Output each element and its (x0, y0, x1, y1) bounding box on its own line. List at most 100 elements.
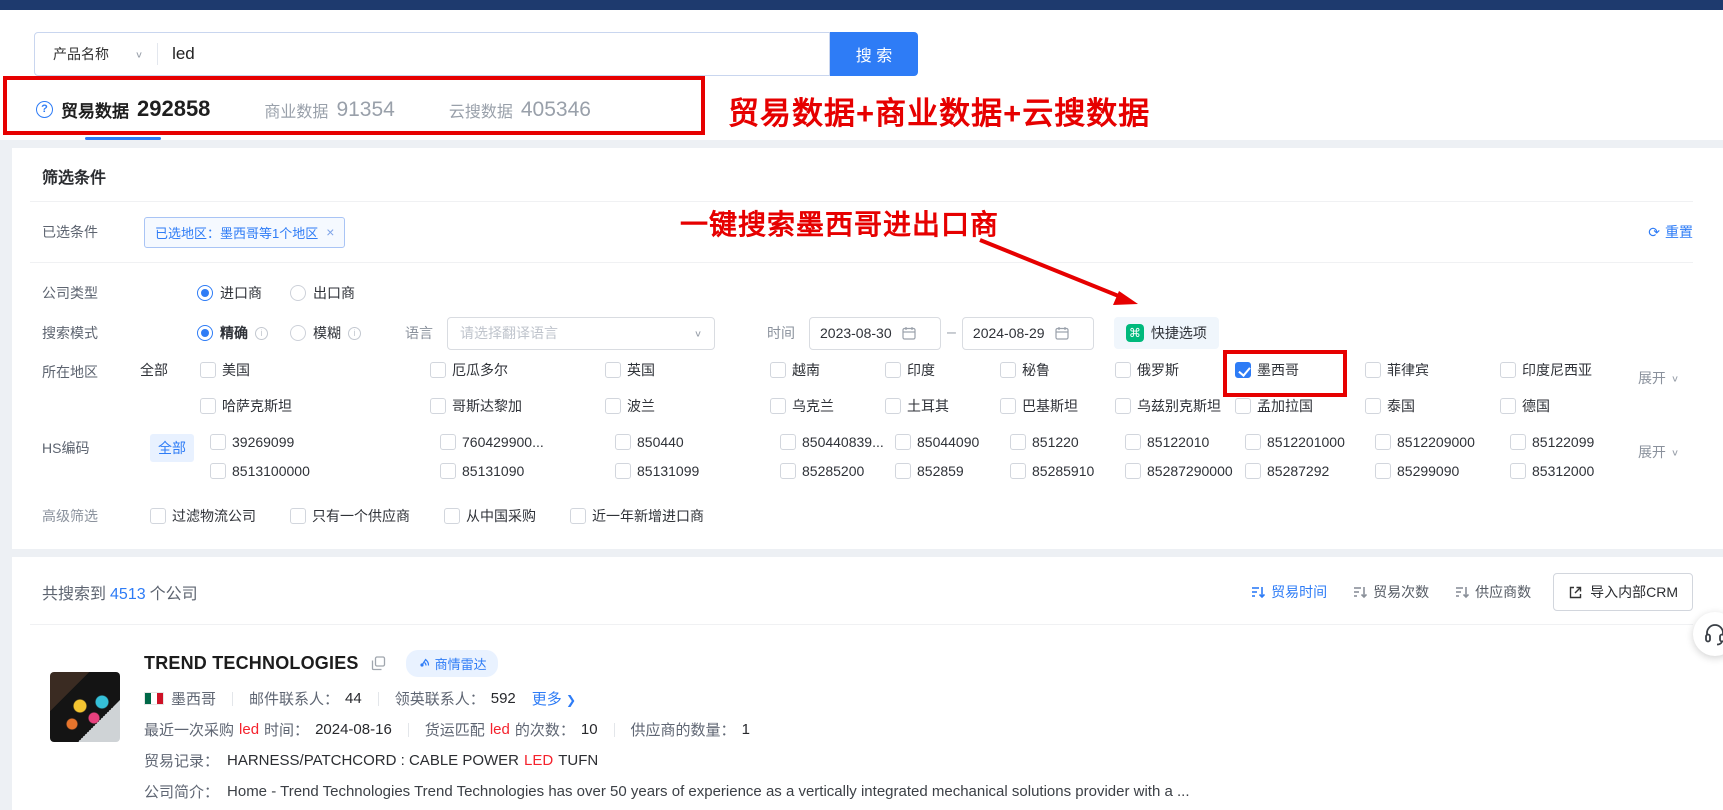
hs-code-checkbox[interactable]: 85287292 (1245, 463, 1375, 479)
hs-code-checkbox[interactable]: 8513100000 (210, 463, 440, 479)
divider (30, 262, 1693, 263)
hs-code-checkbox[interactable]: 850440 (615, 434, 780, 450)
region-checkbox-mexico[interactable]: 墨西哥 (1235, 360, 1365, 380)
hs-code-checkbox[interactable]: 85285200 (780, 463, 895, 479)
region-checkbox[interactable]: 菲律宾 (1365, 360, 1500, 380)
hs-code-checkbox[interactable]: 85299090 (1375, 463, 1510, 479)
tab-business-data[interactable]: 商业数据 91354 (264, 98, 394, 126)
region-checkbox[interactable]: 厄瓜多尔 (430, 360, 605, 380)
region-checkbox[interactable]: 哥斯达黎加 (430, 396, 605, 416)
checkbox-label: 760429900... (462, 434, 544, 450)
product-type-select[interactable]: 产品名称 ∨ (35, 44, 157, 64)
checkbox-label: 土耳其 (907, 396, 949, 416)
freight-label-2: 的次数： (515, 719, 575, 740)
region-checkbox[interactable]: 英国 (605, 360, 770, 380)
radio-exporter[interactable]: 出口商 (290, 283, 355, 303)
advanced-checkbox[interactable]: 从中国采购 (444, 506, 536, 526)
advanced-checkbox[interactable]: 只有一个供应商 (290, 506, 410, 526)
sort-trade-count[interactable]: 贸易次数 (1353, 582, 1429, 602)
search-input[interactable] (158, 34, 829, 74)
tab-trade-data[interactable]: ? 贸易数据 292858 (36, 96, 210, 126)
selected-region-tag[interactable]: 已选地区：墨西哥等1个地区 × (144, 217, 345, 248)
checkbox-label: 85312000 (1532, 463, 1594, 479)
radio-fuzzy-mode[interactable]: 模糊 i (290, 323, 361, 343)
region-checkbox[interactable]: 秘鲁 (1000, 360, 1115, 380)
hs-code-checkbox[interactable]: 851220 (1010, 434, 1125, 450)
advanced-filter-row: 高级筛选 过滤物流公司 只有一个供应商 从中国采购 近一年新增进口商 (30, 499, 1693, 533)
region-checkbox[interactable]: 乌克兰 (770, 396, 885, 416)
business-radar-badge[interactable]: 商情雷达 (406, 650, 498, 677)
hs-code-checkbox[interactable]: 850440839... (780, 434, 895, 450)
hs-all-option[interactable]: 全部 (150, 434, 194, 462)
hs-code-checkbox[interactable]: 39269099 (210, 434, 440, 450)
hs-code-checkbox[interactable]: 852859 (895, 463, 1010, 479)
date-from-input[interactable]: 2023-08-30 (809, 317, 941, 350)
quick-options-button[interactable]: ⌘ 快捷选项 (1114, 317, 1219, 349)
region-filter-row: 所在地区 全部 美国 厄瓜多尔 英国 越南 印度 秘鲁 俄罗斯 墨西哥 菲律宾 … (30, 360, 1693, 416)
region-checkbox[interactable]: 泰国 (1365, 396, 1500, 416)
region-expand-toggle[interactable]: 展开 ∨ (1638, 368, 1679, 388)
region-checkbox[interactable]: 俄罗斯 (1115, 360, 1235, 380)
filter-title: 筛选条件 (30, 164, 1693, 188)
company-result-item[interactable]: TREND TECHNOLOGIES 商情雷达 墨西哥 邮件联系人： 44 (30, 638, 1693, 806)
close-icon[interactable]: × (326, 224, 334, 240)
region-checkbox[interactable]: 波兰 (605, 396, 770, 416)
region-checkbox[interactable]: 土耳其 (885, 396, 1000, 416)
tab-cloud-search-data[interactable]: 云搜数据 405346 (449, 98, 591, 126)
region-checkbox[interactable]: 印度尼西亚 (1500, 360, 1650, 380)
question-icon[interactable]: ? (36, 101, 53, 118)
region-checkbox[interactable]: 哈萨克斯坦 (200, 396, 430, 416)
region-checkbox[interactable]: 美国 (200, 360, 430, 380)
supplier-count: 1 (742, 721, 750, 738)
checkbox-icon (780, 434, 796, 450)
region-all-option[interactable]: 全部 (140, 360, 200, 380)
chevron-down-icon: ∨ (135, 49, 143, 59)
chevron-down-icon: ∨ (1671, 373, 1679, 383)
hs-code-checkbox[interactable]: 85287290000 (1125, 463, 1245, 479)
sort-icon (1251, 585, 1265, 599)
summary-suffix: 个公司 (150, 586, 198, 603)
region-checkbox[interactable]: 巴基斯坦 (1000, 396, 1115, 416)
radio-importer[interactable]: 进口商 (197, 283, 262, 303)
language-select[interactable]: 请选择翻译语言 ∨ (447, 317, 715, 350)
checkbox-icon (605, 362, 621, 378)
date-to-input[interactable]: 2024-08-29 (962, 317, 1094, 350)
sort-trade-time[interactable]: 贸易时间 (1251, 582, 1327, 602)
radio-label: 进口商 (220, 283, 262, 303)
hs-code-checkbox[interactable]: 85131099 (615, 463, 780, 479)
reset-button[interactable]: ⟳ 重置 (1648, 222, 1693, 242)
company-name[interactable]: TREND TECHNOLOGIES (144, 653, 359, 674)
hs-code-checkbox[interactable]: 85285910 (1010, 463, 1125, 479)
date-from-value: 2023-08-30 (820, 325, 892, 341)
more-link[interactable]: 更多 ❯ (532, 688, 576, 709)
calendar-icon (1055, 326, 1069, 340)
checkbox-icon (570, 508, 586, 524)
region-checkbox[interactable]: 德国 (1500, 396, 1650, 416)
radio-exact-mode[interactable]: 精确 i (197, 323, 268, 343)
purchase-label: 最近一次采购 (144, 719, 234, 740)
hs-code-checkbox[interactable]: 8512209000 (1375, 434, 1510, 450)
checkbox-label: 越南 (792, 360, 820, 380)
tab-count: 292858 (137, 96, 210, 122)
checkbox-icon (885, 362, 901, 378)
region-checkbox[interactable]: 印度 (885, 360, 1000, 380)
hs-expand-toggle[interactable]: 展开 ∨ (1638, 442, 1679, 462)
region-checkbox[interactable]: 孟加拉国 (1235, 396, 1365, 416)
hs-code-checkbox[interactable]: 85044090 (895, 434, 1010, 450)
hs-code-checkbox[interactable]: 85122010 (1125, 434, 1245, 450)
copy-icon[interactable] (371, 656, 386, 671)
hs-code-checkbox[interactable]: 8512201000 (1245, 434, 1375, 450)
advanced-checkbox[interactable]: 过滤物流公司 (150, 506, 256, 526)
radio-icon (290, 325, 306, 341)
import-crm-button[interactable]: 导入内部CRM (1553, 573, 1693, 611)
hs-code-checkbox[interactable]: 85312000 (1510, 463, 1660, 479)
region-checkbox[interactable]: 越南 (770, 360, 885, 380)
sort-supplier-count[interactable]: 供应商数 (1455, 582, 1531, 602)
hs-code-checkbox[interactable]: 85131090 (440, 463, 615, 479)
region-checkbox[interactable]: 乌兹别克斯坦 (1115, 396, 1235, 416)
advanced-checkbox[interactable]: 近一年新增进口商 (570, 506, 704, 526)
search-mode-row: 搜索模式 精确 i 模糊 i 语言 请选择翻译语言 ∨ 时间 2023-08-3… (30, 316, 1693, 350)
linkedin-contacts-label: 领英联系人： (395, 688, 485, 709)
search-button[interactable]: 搜 索 (830, 32, 918, 76)
hs-code-checkbox[interactable]: 760429900... (440, 434, 615, 450)
